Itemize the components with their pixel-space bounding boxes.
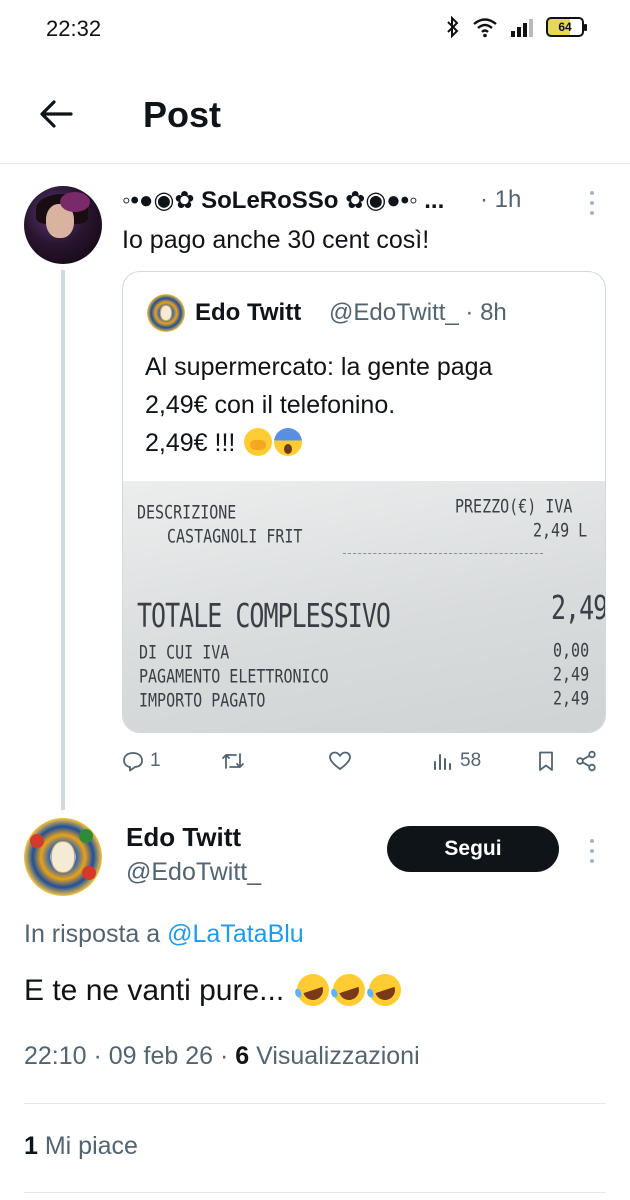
receipt-row-label: IMPORTO PAGATO — [139, 689, 266, 712]
more-options-icon[interactable] — [580, 836, 604, 866]
parent-tweet-text: Io pago anche 30 cent così! — [122, 226, 430, 254]
receipt-photo[interactable]: DESCRIZIONE PREZZO(€) IVA CASTAGNOLI FRI… — [123, 481, 606, 732]
receipt-row-value: 2,49 — [553, 663, 590, 686]
reply-prefix: In risposta a — [24, 920, 161, 948]
retweet-icon — [222, 753, 244, 769]
quoted-avatar — [147, 294, 185, 332]
battery-icon: 64 — [546, 17, 587, 37]
quoted-text-line: 2,49€ !!! — [145, 429, 236, 457]
wifi-icon — [473, 18, 497, 38]
bluetooth-icon — [447, 16, 459, 38]
status-icons: 64 — [446, 16, 587, 38]
rolling-on-floor-laughing-emoji — [328, 969, 369, 1011]
receipt-item-price: 2,49 L — [533, 519, 588, 542]
status-bar: 22:32 64 — [0, 0, 630, 60]
parent-display-name[interactable]: ◦•●◉✿ SoLeRoSSo ✿◉●•◦ ... — [122, 186, 444, 215]
back-button[interactable] — [34, 92, 78, 136]
receipt-header-right: PREZZO(€) IVA — [455, 495, 573, 518]
rolling-on-floor-laughing-emoji — [364, 969, 405, 1011]
page-title: Post — [143, 94, 222, 135]
top-header: Post — [0, 70, 630, 164]
receipt-header-left: DESCRIZIONE — [137, 501, 237, 524]
reply-icon — [123, 752, 143, 772]
quoted-tweet-text: Al supermercato: la gente paga 2,49€ con… — [145, 348, 585, 462]
likes-label: Mi piace — [44, 1132, 138, 1160]
quoted-text-line-emoji: 2,49€ !!! — [145, 424, 585, 462]
quoted-handle-time: @EdoTwitt_ · 8h — [329, 299, 507, 326]
reply-button[interactable]: 1 — [122, 750, 161, 772]
reply-context: In risposta a @LaTataBlu — [24, 920, 304, 949]
follow-button[interactable]: Segui — [387, 826, 559, 872]
author-display-name[interactable]: Edo Twitt — [126, 822, 241, 853]
screaming-face-emoji — [274, 428, 303, 456]
divider — [24, 1103, 606, 1104]
rolling-on-floor-laughing-emoji — [292, 969, 333, 1011]
tweet-timestamp[interactable]: 22:10 · 09 feb 26 · — [24, 1042, 228, 1070]
like-button[interactable] — [328, 750, 358, 772]
status-time: 22:32 — [46, 16, 102, 41]
quoted-tweet-card[interactable]: Edo Twitt @EdoTwitt_ · 8h Al supermercat… — [122, 271, 606, 733]
signal-icon — [511, 19, 533, 37]
heart-icon — [329, 751, 351, 771]
views-count: 6 — [235, 1042, 250, 1070]
likes-count: 1 — [24, 1132, 38, 1160]
arrow-left-icon — [40, 100, 73, 128]
views-button[interactable]: 58 — [432, 750, 481, 772]
receipt-dashed-rule — [343, 553, 543, 554]
receipt-total-value: 2,49 — [551, 589, 606, 627]
bar-chart-icon — [434, 754, 451, 770]
receipt-row-value: 2,49 — [553, 687, 590, 710]
tweet-meta: 22:10 · 09 feb 26 · 6 Visualizzazioni — [24, 1042, 420, 1071]
receipt-row-label: PAGAMENTO ELETTRONICO — [139, 665, 329, 688]
avatar[interactable] — [24, 818, 102, 896]
quoted-text-line: 2,49€ con il telefonino. — [145, 391, 396, 419]
tweet-action-bar: 1 58 — [122, 748, 606, 780]
views-label: Visualizzazioni — [256, 1042, 420, 1070]
views-count: 58 — [460, 750, 482, 771]
tweet-text: E te ne vanti pure... — [24, 969, 405, 1011]
parent-timestamp[interactable]: · 1h — [480, 186, 521, 214]
receipt-row-value: 0,00 — [553, 639, 590, 662]
reply-count: 1 — [150, 750, 161, 771]
thread-line — [61, 270, 65, 810]
quoted-display-name: Edo Twitt — [195, 299, 302, 326]
share-icon — [576, 750, 596, 772]
share-button[interactable] — [574, 750, 598, 772]
avatar[interactable] — [24, 186, 102, 264]
quoted-text-line: Al supermercato: la gente paga — [145, 353, 493, 381]
bookmark-button[interactable] — [536, 750, 556, 772]
tweet-text-content: E te ne vanti pure... — [24, 974, 285, 1007]
reply-to-link[interactable]: @LaTataBlu — [167, 920, 304, 948]
receipt-row-label: DI CUI IVA — [139, 641, 230, 664]
face-with-hand-over-mouth-emoji — [244, 428, 273, 456]
retweet-button[interactable] — [220, 750, 252, 772]
bookmark-icon — [539, 751, 553, 771]
likes-summary[interactable]: 1 Mi piace — [24, 1132, 138, 1161]
divider — [24, 1192, 606, 1193]
more-options-icon[interactable] — [580, 188, 604, 218]
receipt-item-name: CASTAGNOLI FRIT — [167, 525, 303, 548]
receipt-total-label: TOTALE COMPLESSIVO — [137, 597, 391, 635]
author-handle[interactable]: @EdoTwitt_ — [126, 858, 261, 887]
